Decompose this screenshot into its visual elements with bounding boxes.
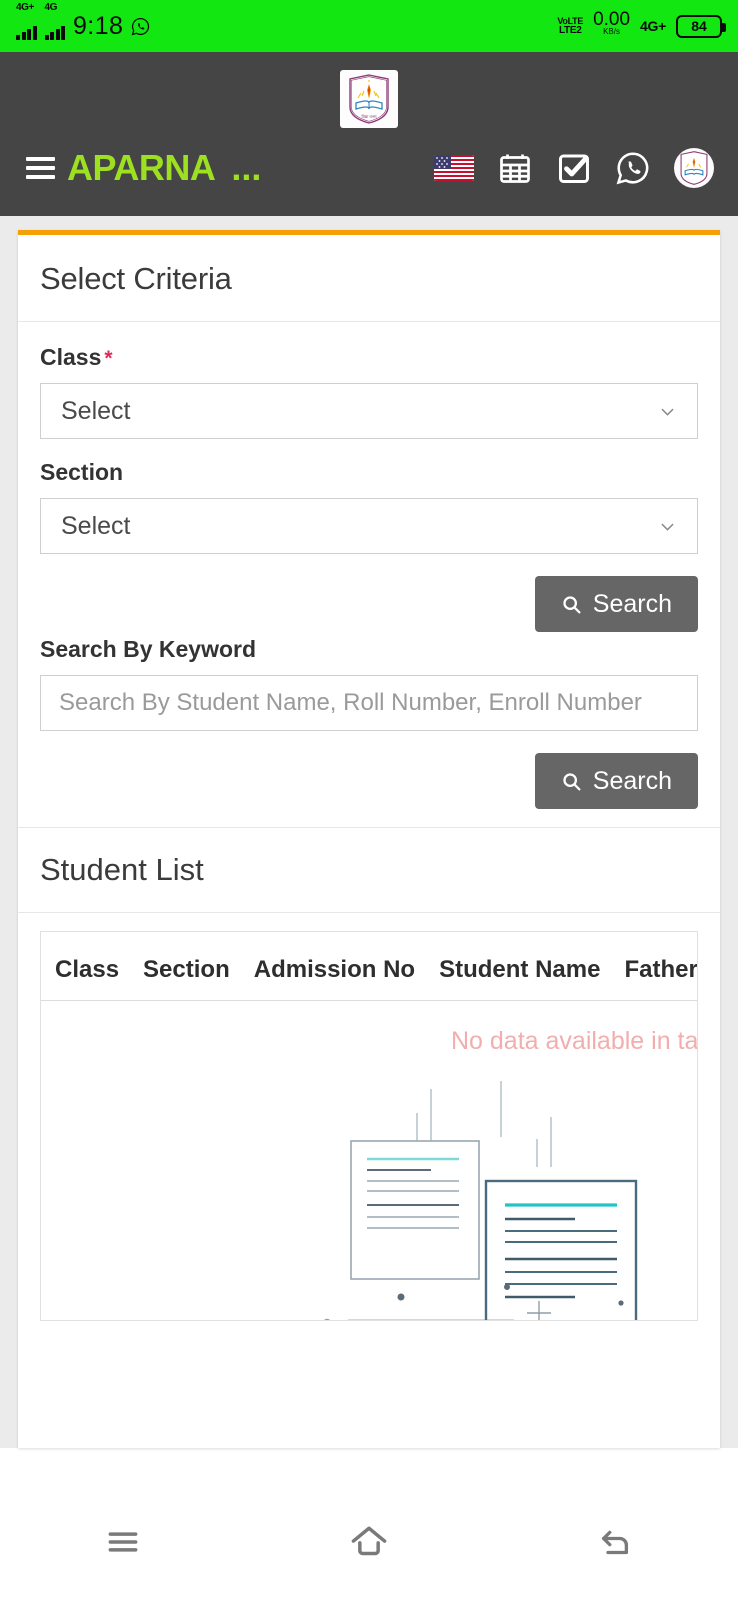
class-required-marker: * [104,347,113,370]
whatsapp-status-icon [131,17,150,36]
status-bar-clock: 9:18 [73,11,124,40]
student-table: Class Section Admission No Student Name … [40,931,698,1321]
student-table-header-row: Class Section Admission No Student Name … [41,932,697,1001]
class-select[interactable]: Select [40,383,698,439]
keyword-field: Search By Keyword [40,636,698,731]
app-header: विद्या धनम् APARNA ... [0,52,738,216]
keyword-search-label: Search [592,766,672,795]
back-icon[interactable] [570,1512,660,1572]
page-title: Select Criteria [40,261,232,296]
brand-area[interactable]: APARNA ... [26,150,261,186]
student-list-header: Student List [18,828,720,913]
signal-secondary-label: 4G [44,1,58,13]
status-bar: 4G+ 4G 9:18 VoLTE LTE2 0.00 KB/s 4G+ 84 [0,0,738,52]
keyword-search-button[interactable]: Search [534,753,698,809]
search-input[interactable] [40,675,698,731]
class-field: Class * Select [40,344,698,439]
profile-avatar-icon[interactable] [674,148,714,188]
school-logo-row: विद्या धनम् [0,52,738,140]
criteria-search-label: Search [592,589,672,618]
section-field: Section Select [40,459,698,554]
signal-primary-label: 4G+ [16,1,34,13]
student-table-body: No data available in table [41,1001,698,1320]
page-content: Select Criteria Class * Select Section Se… [0,216,738,1448]
volte-indicator: VoLTE LTE2 [557,17,583,36]
student-list-title: Student List [40,852,204,887]
signal-primary: 4G+ [16,2,37,40]
empty-state-message: No data available in table [451,1027,698,1055]
status-bar-left: 4G+ 4G 9:18 [16,2,150,41]
network-type-right: 4G+ [640,18,666,34]
chevron-down-icon [661,408,674,416]
search-icon [563,772,581,791]
column-header-father-name: Father Name [624,956,698,983]
task-check-icon[interactable] [556,150,592,186]
criteria-card: Select Criteria Class * Select Section Se… [18,230,720,1448]
data-rate-value: 0.00 [593,9,631,30]
empty-state-illustration [323,1081,638,1320]
calendar-icon[interactable] [497,150,533,186]
android-navigation-bar [0,1484,738,1600]
column-header-student-name: Student Name [439,956,601,983]
chevron-down-icon [661,523,674,531]
volte-line-2: LTE2 [558,25,582,36]
status-bar-right: VoLTE LTE2 0.00 KB/s 4G+ 84 [557,9,726,38]
keyword-search-row: Search [40,753,698,809]
battery-indicator: 84 [676,14,726,38]
class-label: Class * [40,344,698,371]
criteria-form: Class * Select Section Select Search Sea… [18,322,720,827]
keyword-label: Search By Keyword [40,636,257,662]
column-header-class: Class [55,956,120,983]
criteria-card-header: Select Criteria [18,235,720,322]
search-icon [563,595,581,614]
criteria-search-row: Search [40,576,698,632]
brand-title: APARNA [67,147,216,188]
criteria-search-button[interactable]: Search [534,576,698,632]
brand-ellipsis: ... [231,147,262,188]
app-nav-row: APARNA ... [0,140,738,210]
class-label-text: Class [40,344,102,370]
section-select-value: Select [61,511,131,540]
school-crest-logo: विद्या धनम् [340,70,398,128]
column-header-section: Section [143,956,230,983]
whatsapp-icon[interactable] [615,150,651,186]
hamburger-menu-icon[interactable] [26,157,55,179]
recents-icon[interactable] [78,1512,168,1572]
data-rate-indicator: 0.00 KB/s [593,9,631,38]
class-select-value: Select [61,396,131,425]
section-label: Section [40,459,124,485]
home-icon[interactable] [324,1512,414,1572]
battery-percent: 84 [691,18,707,34]
column-header-admission-no: Admission No [253,956,416,983]
signal-secondary: 4G [44,2,65,40]
header-icons [434,148,714,188]
student-table-wrapper: Class Section Admission No Student Name … [18,913,720,1321]
language-flag-icon[interactable] [434,155,474,181]
section-select[interactable]: Select [40,498,698,554]
